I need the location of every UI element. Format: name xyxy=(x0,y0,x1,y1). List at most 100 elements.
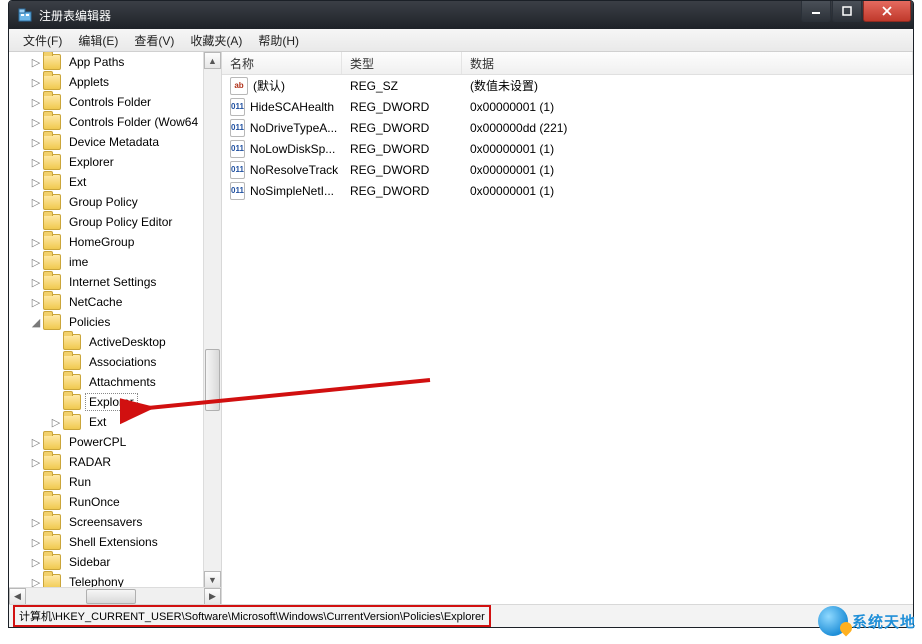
tree-node[interactable]: ▷Sidebar xyxy=(9,552,221,572)
expand-icon[interactable]: ▷ xyxy=(29,76,43,89)
scroll-vtrack[interactable] xyxy=(204,69,221,571)
collapse-icon[interactable]: ◢ xyxy=(29,316,43,329)
tree-node-label: RunOnce xyxy=(65,493,124,511)
value-data: 0x00000001 (1) xyxy=(462,162,913,178)
expand-icon[interactable]: ▷ xyxy=(29,556,43,569)
expand-icon[interactable]: ▷ xyxy=(29,176,43,189)
tree-node[interactable]: ▷NetCache xyxy=(9,292,221,312)
menu-edit[interactable]: 编辑(E) xyxy=(70,30,126,51)
expand-icon[interactable]: ▷ xyxy=(29,536,43,549)
expand-icon[interactable]: ▷ xyxy=(29,136,43,149)
minimize-button[interactable] xyxy=(801,1,831,22)
tree-node[interactable]: ◢Policies xyxy=(9,312,221,332)
tree-node-label: Applets xyxy=(65,73,113,91)
value-type: REG_SZ xyxy=(342,78,462,94)
tree-node-label: Controls Folder (Wow64 xyxy=(65,113,202,131)
values-list[interactable]: ab(默认)REG_SZ(数值未设置)011HideSCAHealthREG_D… xyxy=(222,75,913,201)
tree-node-label: Telephony xyxy=(65,573,128,588)
tree-node[interactable]: ▷ Shell Extensions xyxy=(9,532,221,552)
scroll-right-arrow-icon[interactable]: ▶ xyxy=(204,588,221,605)
tree-node[interactable]: ▷Telephony xyxy=(9,572,221,588)
expand-icon[interactable]: ▷ xyxy=(49,416,63,429)
menu-help[interactable]: 帮助(H) xyxy=(250,30,307,51)
expand-icon[interactable]: ▷ xyxy=(29,516,43,529)
value-type: REG_DWORD xyxy=(342,120,462,136)
folder-icon xyxy=(43,314,61,330)
tree-node[interactable]: ▷Explorer xyxy=(9,392,221,412)
scroll-hthumb[interactable] xyxy=(86,589,136,604)
expand-icon[interactable]: ▷ xyxy=(29,456,43,469)
tree-node[interactable]: ▷ime xyxy=(9,252,221,272)
value-row[interactable]: ab(默认)REG_SZ(数值未设置) xyxy=(222,75,913,96)
tree-node[interactable]: ▷ Applets xyxy=(9,72,221,92)
tree-node[interactable]: ▷Device Metadata xyxy=(9,132,221,152)
tree-node[interactable]: ▷Internet Settings xyxy=(9,272,221,292)
value-row[interactable]: 011NoSimpleNetI...REG_DWORD0x00000001 (1… xyxy=(222,180,913,201)
scroll-up-arrow-icon[interactable]: ▲ xyxy=(204,52,221,69)
tree-node[interactable]: ▷App Paths xyxy=(9,52,221,72)
tree-node[interactable]: ▷Run xyxy=(9,472,221,492)
column-name[interactable]: 名称 xyxy=(222,52,342,74)
scroll-down-arrow-icon[interactable]: ▼ xyxy=(204,571,221,588)
binary-value-icon: 011 xyxy=(230,161,245,179)
watermark: 系统天地 xyxy=(818,606,916,636)
tree-horizontal-scrollbar[interactable]: ◀ ▶ xyxy=(9,587,221,605)
expand-icon[interactable]: ▷ xyxy=(29,276,43,289)
expand-icon[interactable]: ▷ xyxy=(29,296,43,309)
tree-node-label: HomeGroup xyxy=(65,233,138,251)
folder-icon xyxy=(43,194,61,210)
tree-view[interactable]: ▷App Paths▷Applets▷Controls Folder▷Contr… xyxy=(9,52,221,588)
tree-node[interactable]: ▷Associations xyxy=(9,352,221,372)
menu-view[interactable]: 查看(V) xyxy=(126,30,182,51)
expand-icon[interactable]: ▷ xyxy=(29,196,43,209)
scroll-vthumb[interactable] xyxy=(205,349,220,411)
menu-file[interactable]: 文件(F) xyxy=(15,30,70,51)
tree-panel: ▷App Paths▷Applets▷Controls Folder▷Contr… xyxy=(9,52,222,605)
tree-node[interactable]: ▷PowerCPL xyxy=(9,432,221,452)
expand-icon[interactable]: ▷ xyxy=(29,56,43,69)
tree-node-label: Explorer xyxy=(65,153,118,171)
tree-node[interactable]: ▷RunOnce xyxy=(9,492,221,512)
value-row[interactable]: 011NoResolveTrackREG_DWORD0x00000001 (1) xyxy=(222,159,913,180)
value-row[interactable]: 011NoDriveTypeA...REG_DWORD0x000000dd (2… xyxy=(222,117,913,138)
value-row[interactable]: 011NoLowDiskSp...REG_DWORD0x00000001 (1) xyxy=(222,138,913,159)
tree-node-label: Shell Extensions xyxy=(65,533,162,551)
tree-node[interactable]: ▷ Explorer xyxy=(9,152,221,172)
expand-icon[interactable]: ▷ xyxy=(29,116,43,129)
expand-icon[interactable]: ▷ xyxy=(29,256,43,269)
tree-node[interactable]: ▷Ext xyxy=(9,172,221,192)
folder-icon xyxy=(43,474,61,490)
maximize-button[interactable] xyxy=(832,1,862,22)
tree-node[interactable]: ▷ Controls Folder (Wow64 xyxy=(9,112,221,132)
expand-icon[interactable]: ▷ xyxy=(29,436,43,449)
values-header[interactable]: 名称 类型 数据 xyxy=(222,52,913,75)
menu-favorites[interactable]: 收藏夹(A) xyxy=(182,30,250,51)
tree-node[interactable]: ▷RADAR xyxy=(9,452,221,472)
tree-node[interactable]: ▷Attachments xyxy=(9,372,221,392)
tree-node[interactable]: ▷ Ext xyxy=(9,412,221,432)
expand-icon[interactable]: ▷ xyxy=(29,236,43,249)
tree-node[interactable]: ▷Controls Folder xyxy=(9,92,221,112)
tree-vertical-scrollbar[interactable]: ▲ ▼ xyxy=(203,52,221,588)
watermark-text: 系统天地 xyxy=(852,611,916,632)
tree-node[interactable]: ▷Screensavers xyxy=(9,512,221,532)
value-name: NoLowDiskSp... xyxy=(250,142,335,156)
column-type[interactable]: 类型 xyxy=(342,52,462,74)
folder-icon xyxy=(43,494,61,510)
tree-node[interactable]: ▷Group Policy Editor xyxy=(9,212,221,232)
tree-node[interactable]: ▷Group Policy xyxy=(9,192,221,212)
tree-node-label: ActiveDesktop xyxy=(85,333,170,351)
tree-node[interactable]: ▷ HomeGroup xyxy=(9,232,221,252)
tree-node[interactable]: ▷ActiveDesktop xyxy=(9,332,221,352)
value-row[interactable]: 011HideSCAHealthREG_DWORD0x00000001 (1) xyxy=(222,96,913,117)
registry-editor-window: 注册表编辑器 文件(F) 编辑(E) 查看(V) 收藏夹(A) 帮助(H) ▷A… xyxy=(8,0,914,628)
tree-node-label: Ext xyxy=(85,413,110,431)
scroll-htrack[interactable] xyxy=(26,588,204,605)
value-type: REG_DWORD xyxy=(342,162,462,178)
expand-icon[interactable]: ▷ xyxy=(29,156,43,169)
column-data[interactable]: 数据 xyxy=(462,52,913,74)
expand-icon[interactable]: ▷ xyxy=(29,96,43,109)
close-button[interactable] xyxy=(863,1,911,22)
scroll-left-arrow-icon[interactable]: ◀ xyxy=(9,588,26,605)
titlebar[interactable]: 注册表编辑器 xyxy=(9,1,913,29)
